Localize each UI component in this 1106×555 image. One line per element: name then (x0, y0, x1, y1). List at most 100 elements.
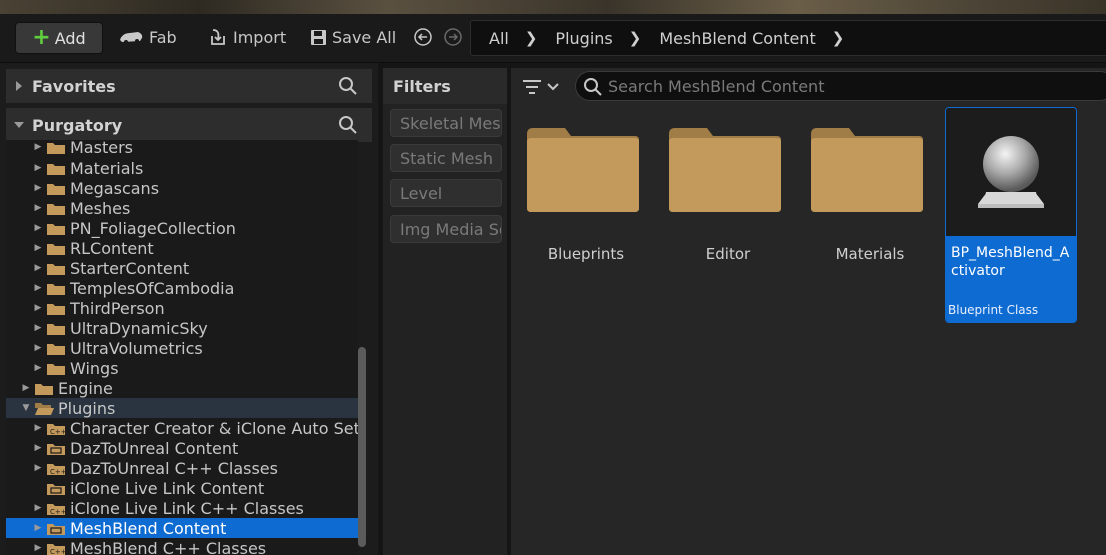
caret-right-icon[interactable]: ▶ (32, 503, 44, 513)
asset-tile-bp-meshblend-activator[interactable]: BP_MeshBlend_Activator Blueprint Class (945, 107, 1077, 323)
sphere-icon (978, 136, 1044, 208)
back-arrow-icon[interactable] (414, 28, 432, 46)
caret-right-icon[interactable]: ▶ (32, 223, 44, 233)
fab-button[interactable]: Fab (118, 22, 177, 52)
breadcrumb-all[interactable]: All (471, 29, 513, 48)
caret-right-icon[interactable]: ▶ (32, 283, 44, 293)
folder-icon (811, 128, 923, 212)
search-icon[interactable] (338, 115, 358, 139)
folder-icon (46, 201, 66, 215)
tree-item-megascans[interactable]: ▶ Megascans (6, 178, 358, 198)
tree-item-daztounreal-content[interactable]: ▶ DazToUnreal Content (6, 438, 358, 458)
folder-icon (46, 281, 66, 295)
open-folder-icon (34, 401, 54, 415)
caret-right-icon[interactable]: ▶ (32, 142, 44, 152)
folder-tile-editor[interactable]: Editor (663, 120, 793, 290)
caret-right-icon[interactable]: ▶ (32, 543, 44, 553)
add-button[interactable]: + Add (15, 22, 103, 54)
tree-item-engine[interactable]: ▶ Engine (6, 378, 358, 398)
search-input[interactable]: Search MeshBlend Content (575, 71, 1106, 101)
viewport-strip (0, 0, 1106, 14)
tree-item-templesofcambodia[interactable]: ▶ TemplesOfCambodia (6, 278, 358, 298)
cpp-folder-icon: C++ (46, 501, 67, 516)
caret-right-icon[interactable]: ▶ (32, 163, 44, 173)
tree-item-label: Masters (70, 140, 133, 157)
tree-item-ultravolumetrics[interactable]: ▶ UltraVolumetrics (6, 338, 358, 358)
content-browser-toolbar: + Add Fab Import Save All All ❯ Plugins … (0, 14, 1106, 63)
caret-right-icon[interactable]: ▶ (32, 523, 44, 533)
breadcrumb: All ❯ Plugins ❯ MeshBlend Content ❯ (470, 20, 1106, 56)
import-button[interactable]: Import (208, 22, 286, 52)
caret-right-icon[interactable]: ▶ (32, 363, 44, 373)
tree-item-meshes[interactable]: ▶ Meshes (6, 198, 358, 218)
tree-scrollbar[interactable] (358, 347, 366, 547)
caret-right-icon[interactable]: ▶ (32, 243, 44, 253)
breadcrumb-meshblend-content[interactable]: MeshBlend Content (641, 29, 819, 48)
asset-info: BP_MeshBlend_Activator Blueprint Class (946, 236, 1076, 322)
filter-dropdown-button[interactable] (522, 76, 562, 98)
save-all-label: Save All (332, 27, 397, 47)
tree-item-rlcontent[interactable]: ▶ RLContent (6, 238, 358, 258)
favorites-label: Favorites (32, 76, 116, 96)
tree-item-thirdperson[interactable]: ▶ ThirdPerson (6, 298, 358, 318)
forward-arrow-icon[interactable] (444, 28, 462, 46)
folder-tile-blueprints[interactable]: Blueprints (521, 120, 651, 290)
filter-chip-skeletal-mesh[interactable]: Skeletal Mesh (390, 109, 502, 137)
tree-item-plugins[interactable]: ▼ Plugins (6, 398, 358, 418)
folder-icon (527, 128, 639, 212)
content-folder-icon (46, 521, 66, 535)
tree-item-label: PN_FoliageCollection (70, 218, 236, 238)
chevron-right-icon[interactable]: ❯ (617, 29, 642, 47)
tree-item-ultradynamicsky[interactable]: ▶ UltraDynamicSky (6, 318, 358, 338)
cpp-folder-icon: C++ (46, 541, 67, 555)
tree-item-pn-foliagecollection[interactable]: ▶ PN_FoliageCollection (6, 218, 358, 238)
caret-right-icon[interactable]: ▶ (32, 183, 44, 193)
tree-item-materials[interactable]: ▶ Materials (6, 158, 358, 178)
caret-right-icon[interactable]: ▶ (32, 303, 44, 313)
caret-down-icon[interactable]: ▼ (20, 403, 32, 413)
filter-chip-static-mesh[interactable]: Static Mesh (390, 144, 502, 172)
folder-tile-materials[interactable]: Materials (805, 120, 935, 290)
save-all-button[interactable]: Save All (310, 22, 396, 52)
search-icon[interactable] (338, 76, 358, 100)
svg-text:C++: C++ (50, 548, 66, 555)
tree-item-iclone-live-link-content[interactable]: iClone Live Link Content (6, 478, 358, 498)
asset-view: Search MeshBlend Content Blueprints Edit… (511, 68, 1106, 555)
search-icon (584, 78, 602, 96)
folder-tree: ▶ Masters ▶ Materials ▶ Megascans ▶ Meshes ▶ PN_F… (6, 140, 358, 555)
tree-item-label: StarterContent (70, 258, 190, 278)
folder-icon (46, 140, 66, 154)
tree-item-label: DazToUnreal C++ Classes (70, 458, 278, 478)
tree-item-iclone-live-link-c-classes[interactable]: ▶ C++ iClone Live Link C++ Classes (6, 498, 358, 518)
chevron-down-icon (547, 83, 559, 91)
caret-right-icon[interactable]: ▶ (32, 463, 44, 473)
tree-item-meshblend-content[interactable]: ▶ MeshBlend Content (6, 518, 358, 538)
folder-icon (46, 341, 66, 355)
tree-item-daztounreal-c-classes[interactable]: ▶ C++ DazToUnreal C++ Classes (6, 458, 358, 478)
favorites-section-header[interactable]: Favorites (6, 69, 372, 103)
breadcrumb-plugins[interactable]: Plugins (537, 29, 616, 48)
tree-item-masters[interactable]: ▶ Masters (6, 140, 358, 157)
chevron-right-icon[interactable]: ❯ (820, 29, 845, 47)
project-section-header[interactable]: Purgatory (6, 108, 372, 142)
caret-right-icon[interactable]: ▶ (32, 443, 44, 453)
tree-item-label: Megascans (70, 178, 160, 198)
caret-right-icon[interactable]: ▶ (32, 323, 44, 333)
chevron-right-icon[interactable]: ❯ (513, 29, 538, 47)
caret-right-icon[interactable]: ▶ (32, 263, 44, 273)
filter-icon (523, 80, 541, 94)
tree-item-character-creator-iclone-auto-setup[interactable]: ▶ C++ Character Creator & iClone Auto Setu… (6, 418, 358, 438)
tree-item-label: ThirdPerson (70, 298, 165, 318)
folder-icon (46, 181, 66, 195)
caret-right-icon[interactable]: ▶ (20, 383, 32, 393)
tree-item-meshblend-c-classes[interactable]: ▶ C++ MeshBlend C++ Classes (6, 538, 358, 555)
caret-right-icon[interactable]: ▶ (32, 343, 44, 353)
svg-text:C++: C++ (50, 508, 66, 516)
tree-item-wings[interactable]: ▶ Wings (6, 358, 358, 378)
folder-label: Materials (835, 245, 905, 263)
caret-right-icon[interactable]: ▶ (32, 203, 44, 213)
filter-chip-img-media-source[interactable]: Img Media Source (390, 215, 502, 243)
tree-item-startercontent[interactable]: ▶ StarterContent (6, 258, 358, 278)
filter-chip-level[interactable]: Level (390, 179, 502, 207)
caret-right-icon[interactable]: ▶ (32, 423, 44, 433)
